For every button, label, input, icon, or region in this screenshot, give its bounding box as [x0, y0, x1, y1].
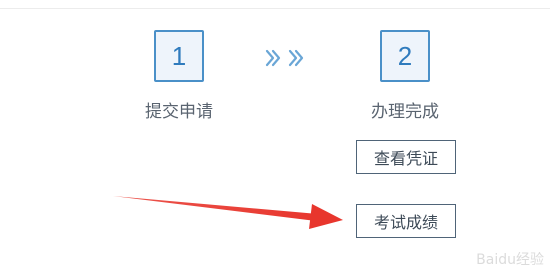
watermark: Baidu经验	[476, 252, 544, 268]
exam-results-button[interactable]: 考试成绩	[356, 204, 456, 238]
step-2-label: 办理完成	[371, 102, 439, 122]
step-2-number: 2	[397, 40, 413, 71]
view-certificate-label: 查看凭证	[373, 149, 438, 168]
step-1-label: 提交申请	[145, 102, 213, 122]
page: 1 提交申请 2 办理完成 查看凭证 考试成绩 Baidu经验	[0, 0, 550, 273]
double-chevron-icon	[265, 49, 304, 67]
view-certificate-button[interactable]: 查看凭证	[356, 140, 456, 174]
step-1-number: 1	[171, 40, 187, 71]
step-1-number-box: 1	[154, 30, 204, 82]
annotation-arrow-icon	[113, 196, 343, 229]
top-divider	[0, 8, 550, 9]
exam-results-label: 考试成绩	[373, 213, 438, 232]
step-2-number-box: 2	[380, 30, 430, 82]
